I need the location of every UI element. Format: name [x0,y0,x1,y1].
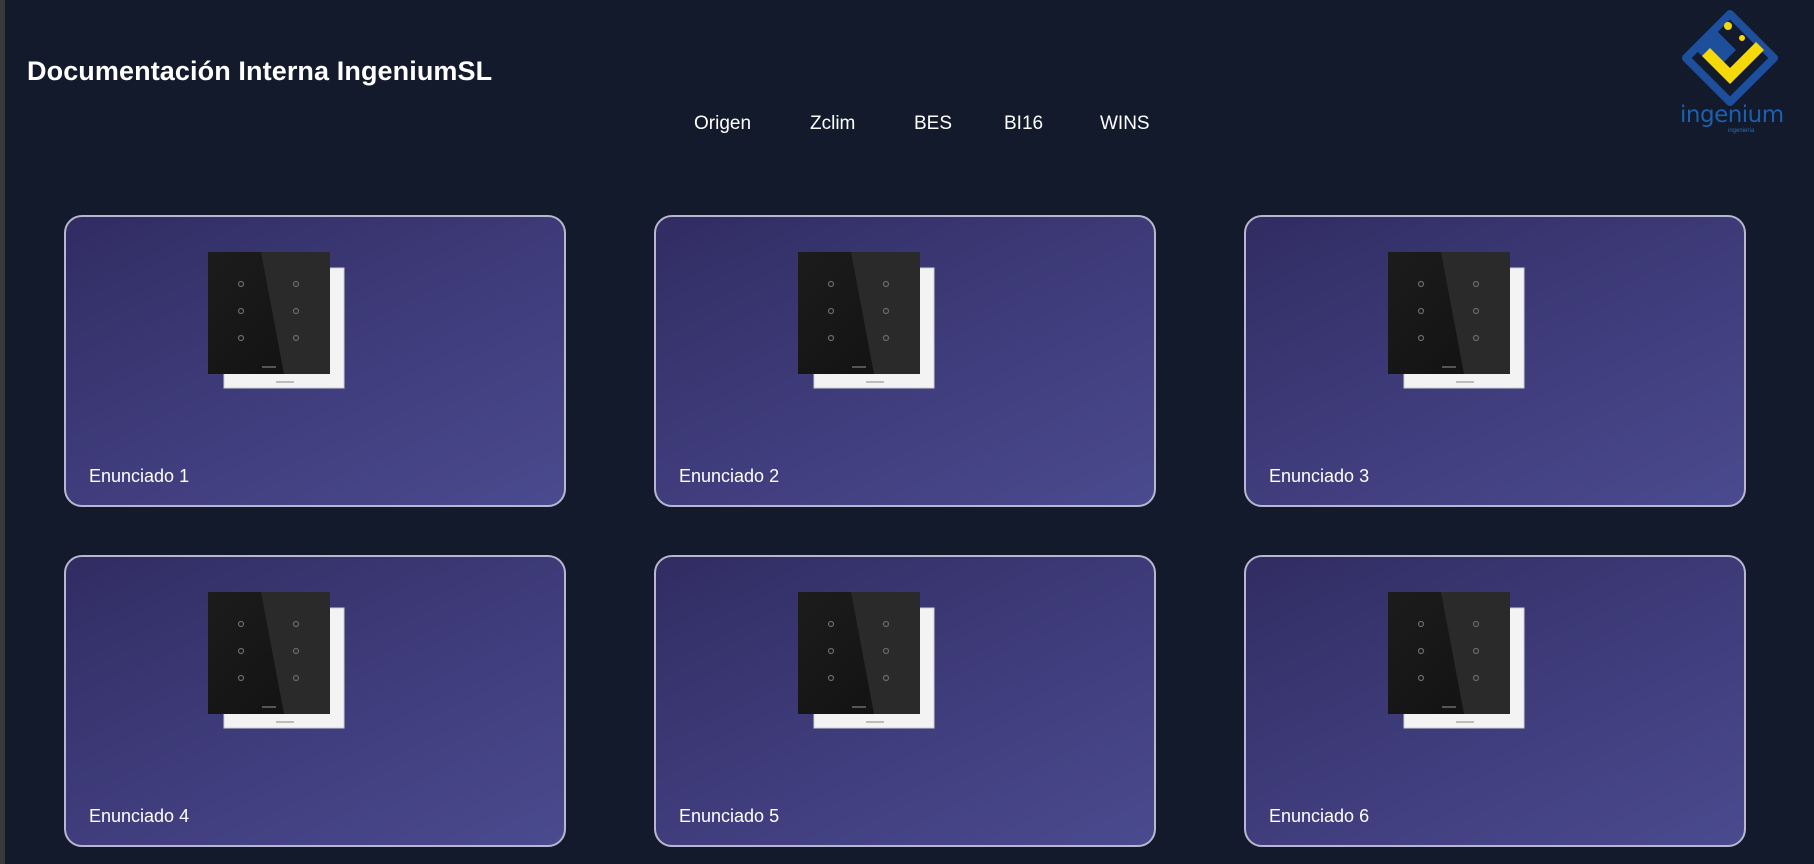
switch-panel-image [207,591,345,729]
switch-panel-image [1387,251,1525,389]
card-enunciado-2[interactable]: Enunciado 2 [654,215,1156,507]
nav-item-bi16[interactable]: BI16 [1004,113,1043,135]
nav-item-bes[interactable]: BES [914,113,952,135]
switch-panel-image [797,591,935,729]
card-label: Enunciado 5 [679,806,780,826]
card-label: Enunciado 6 [1269,806,1370,826]
switch-panel-image [207,251,345,389]
card-enunciado-6[interactable]: Enunciado 6 [1244,555,1746,847]
card-enunciado-3[interactable]: Enunciado 3 [1244,215,1746,507]
card-enunciado-4[interactable]: Enunciado 4 [64,555,566,847]
logo-wordmark: ingenium [1680,102,1784,128]
logo-subtext: ingeniería [1728,128,1755,134]
main-nav: Origen Zclim BES BI16 WINS [0,113,1814,137]
card-label: Enunciado 4 [89,806,190,826]
nav-item-wins[interactable]: WINS [1100,113,1150,135]
card-label: Enunciado 3 [1269,466,1370,486]
switch-panel-image [1387,591,1525,729]
ingenium-logo-icon [1682,10,1778,106]
card-label: Enunciado 1 [89,466,190,486]
ingenium-logo[interactable]: ingenium ingeniería [1680,10,1784,138]
card-enunciado-1[interactable]: Enunciado 1 [64,215,566,507]
page-title: Documentación Interna IngeniumSL [27,56,493,86]
nav-item-zclim[interactable]: Zclim [810,113,855,135]
nav-item-origen[interactable]: Origen [694,113,751,135]
card-label: Enunciado 2 [679,466,780,486]
card-enunciado-5[interactable]: Enunciado 5 [654,555,1156,847]
switch-panel-image [797,251,935,389]
